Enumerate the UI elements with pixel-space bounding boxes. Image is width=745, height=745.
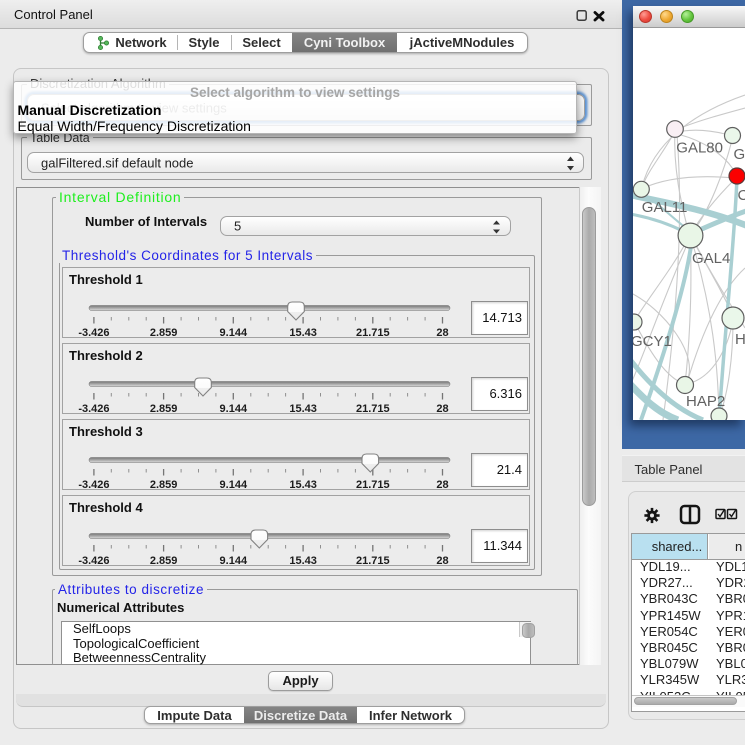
svg-text:21.715: 21.715 xyxy=(356,403,390,415)
svg-text:GA: GA xyxy=(734,146,745,163)
svg-text:-3.426: -3.426 xyxy=(78,479,109,491)
svg-text:GCY1: GCY1 xyxy=(633,333,672,350)
svg-text:15.43: 15.43 xyxy=(289,403,317,415)
svg-text:28: 28 xyxy=(436,403,448,415)
svg-text:-3.426: -3.426 xyxy=(78,555,109,567)
svg-text:9.144: 9.144 xyxy=(220,403,248,415)
svg-text:HAP2: HAP2 xyxy=(686,393,725,410)
svg-text:9.144: 9.144 xyxy=(220,327,248,339)
svg-text:CD: CD xyxy=(738,187,745,204)
svg-text:15.43: 15.43 xyxy=(289,555,317,567)
svg-text:28: 28 xyxy=(436,327,448,339)
svg-text:-3.426: -3.426 xyxy=(78,403,109,415)
svg-text:15.43: 15.43 xyxy=(289,479,317,491)
svg-text:9.144: 9.144 xyxy=(220,555,248,567)
svg-text:21.715: 21.715 xyxy=(356,555,390,567)
svg-text:HI: HI xyxy=(735,331,745,348)
svg-text:21.715: 21.715 xyxy=(356,327,390,339)
svg-text:2.859: 2.859 xyxy=(150,479,178,491)
svg-text:21.715: 21.715 xyxy=(356,479,390,491)
svg-text:2.859: 2.859 xyxy=(150,555,178,567)
svg-text:2.859: 2.859 xyxy=(150,327,178,339)
svg-text:28: 28 xyxy=(436,479,448,491)
svg-text:28: 28 xyxy=(436,555,448,567)
svg-text:15.43: 15.43 xyxy=(289,327,317,339)
svg-text:GAL4: GAL4 xyxy=(692,250,730,267)
svg-text:GAL80: GAL80 xyxy=(676,140,723,157)
svg-text:2.859: 2.859 xyxy=(150,403,178,415)
svg-text:GAL11: GAL11 xyxy=(642,199,688,216)
svg-text:-3.426: -3.426 xyxy=(78,327,109,339)
svg-text:9.144: 9.144 xyxy=(220,479,248,491)
